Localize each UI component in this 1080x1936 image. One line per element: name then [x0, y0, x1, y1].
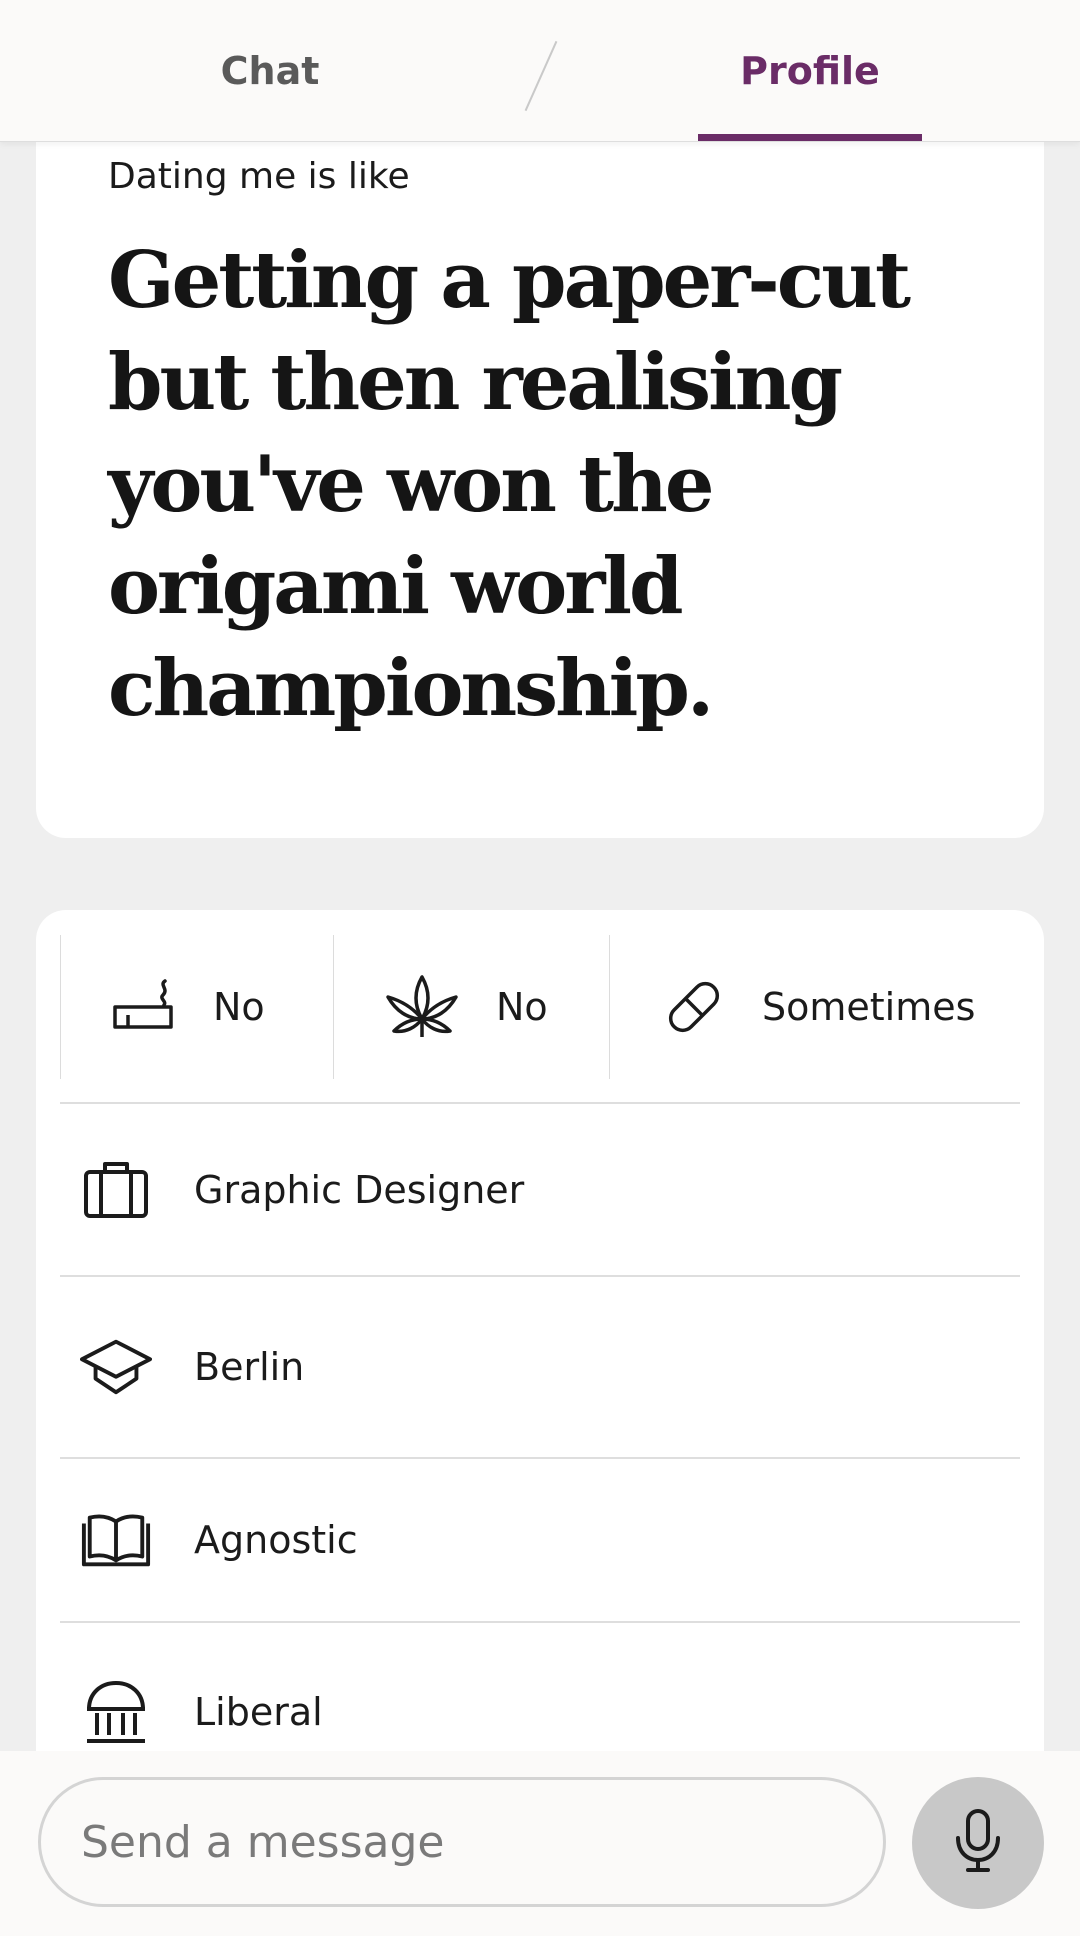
prompt-answer: Getting a paper-cut but then realising y… [108, 235, 911, 734]
pill-icon [662, 975, 726, 1039]
education-value: Berlin [194, 1345, 305, 1389]
tab-profile[interactable]: Profile [698, 0, 922, 141]
vital-cannabis: No [333, 935, 609, 1079]
cigarette-icon [111, 977, 177, 1037]
tab-chat[interactable]: Chat [170, 0, 370, 141]
vital-drugs: Sometimes [609, 935, 1020, 1079]
vital-drugs-value: Sometimes [762, 985, 976, 1029]
divider [60, 1621, 1020, 1623]
politics-value: Liberal [194, 1690, 323, 1734]
government-building-icon [80, 1679, 152, 1745]
vital-smoking-value: No [213, 985, 265, 1029]
briefcase-icon [80, 1160, 152, 1220]
top-tab-bar: Chat Profile [0, 0, 1080, 142]
message-input[interactable]: Send a message [38, 1777, 886, 1907]
job-value: Graphic Designer [194, 1168, 525, 1212]
vital-smoking: No [60, 935, 333, 1079]
prompt-label: Dating me is like [108, 156, 410, 197]
divider [60, 1275, 1020, 1277]
graduation-cap-icon [80, 1337, 152, 1397]
tab-divider [524, 40, 558, 112]
info-row-education: Berlin [60, 1295, 1020, 1439]
divider [60, 1102, 1020, 1104]
divider [60, 1457, 1020, 1459]
book-icon [80, 1511, 152, 1569]
vital-cannabis-value: No [496, 985, 548, 1029]
microphone-icon [954, 1808, 1002, 1878]
voice-message-button[interactable] [912, 1777, 1044, 1909]
cannabis-leaf-icon [384, 973, 460, 1041]
info-row-religion: Agnostic [60, 1468, 1020, 1612]
active-tab-indicator [698, 134, 922, 141]
religion-value: Agnostic [194, 1518, 358, 1562]
vitals-row: No No Sometimes [60, 935, 1020, 1079]
info-row-job: Graphic Designer [60, 1118, 1020, 1262]
